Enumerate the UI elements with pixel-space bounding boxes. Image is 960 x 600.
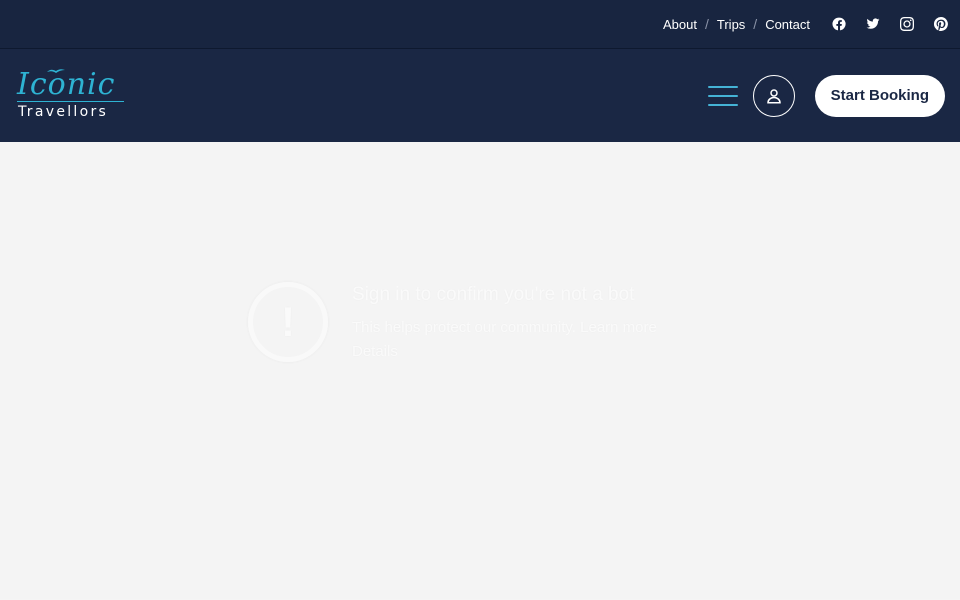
notice-text: This helps protect our community. Learn …	[352, 319, 657, 360]
nav-link-contact[interactable]: Contact	[765, 17, 810, 32]
site-logo[interactable]: Iconic Travellors	[17, 67, 127, 125]
social-links	[832, 17, 948, 31]
main-content: ! Sign in to confirm you're not a bot Th…	[0, 142, 960, 599]
nav-link-about[interactable]: About	[663, 17, 697, 32]
top-bar: About / Trips / Contact	[0, 0, 960, 49]
instagram-icon[interactable]	[900, 17, 914, 31]
top-nav: About / Trips / Contact	[663, 16, 810, 32]
user-icon[interactable]	[752, 74, 795, 117]
facebook-icon[interactable]	[832, 17, 846, 31]
site-header: Iconic Travellors Start Booking	[0, 49, 960, 142]
hamburger-menu-icon[interactable]	[707, 85, 738, 106]
pinterest-icon[interactable]	[934, 17, 948, 31]
notice-details-link[interactable]: Details	[352, 343, 398, 360]
logo-subtitle: Travellors	[18, 103, 109, 120]
warning-icon: !	[248, 282, 328, 362]
notice-title: Sign in to confirm you're not a bot	[352, 284, 635, 305]
nav-separator: /	[753, 16, 758, 32]
logo-divider	[17, 100, 124, 102]
header-actions: Start Booking	[707, 74, 945, 117]
nav-link-trips[interactable]: Trips	[717, 17, 745, 32]
start-booking-button[interactable]: Start Booking	[814, 74, 945, 117]
nav-separator: /	[705, 16, 709, 32]
bot-check-notice: ! Sign in to confirm you're not a bot Th…	[248, 282, 728, 364]
logo-script: Iconic	[17, 66, 116, 102]
twitter-icon[interactable]	[866, 17, 880, 31]
